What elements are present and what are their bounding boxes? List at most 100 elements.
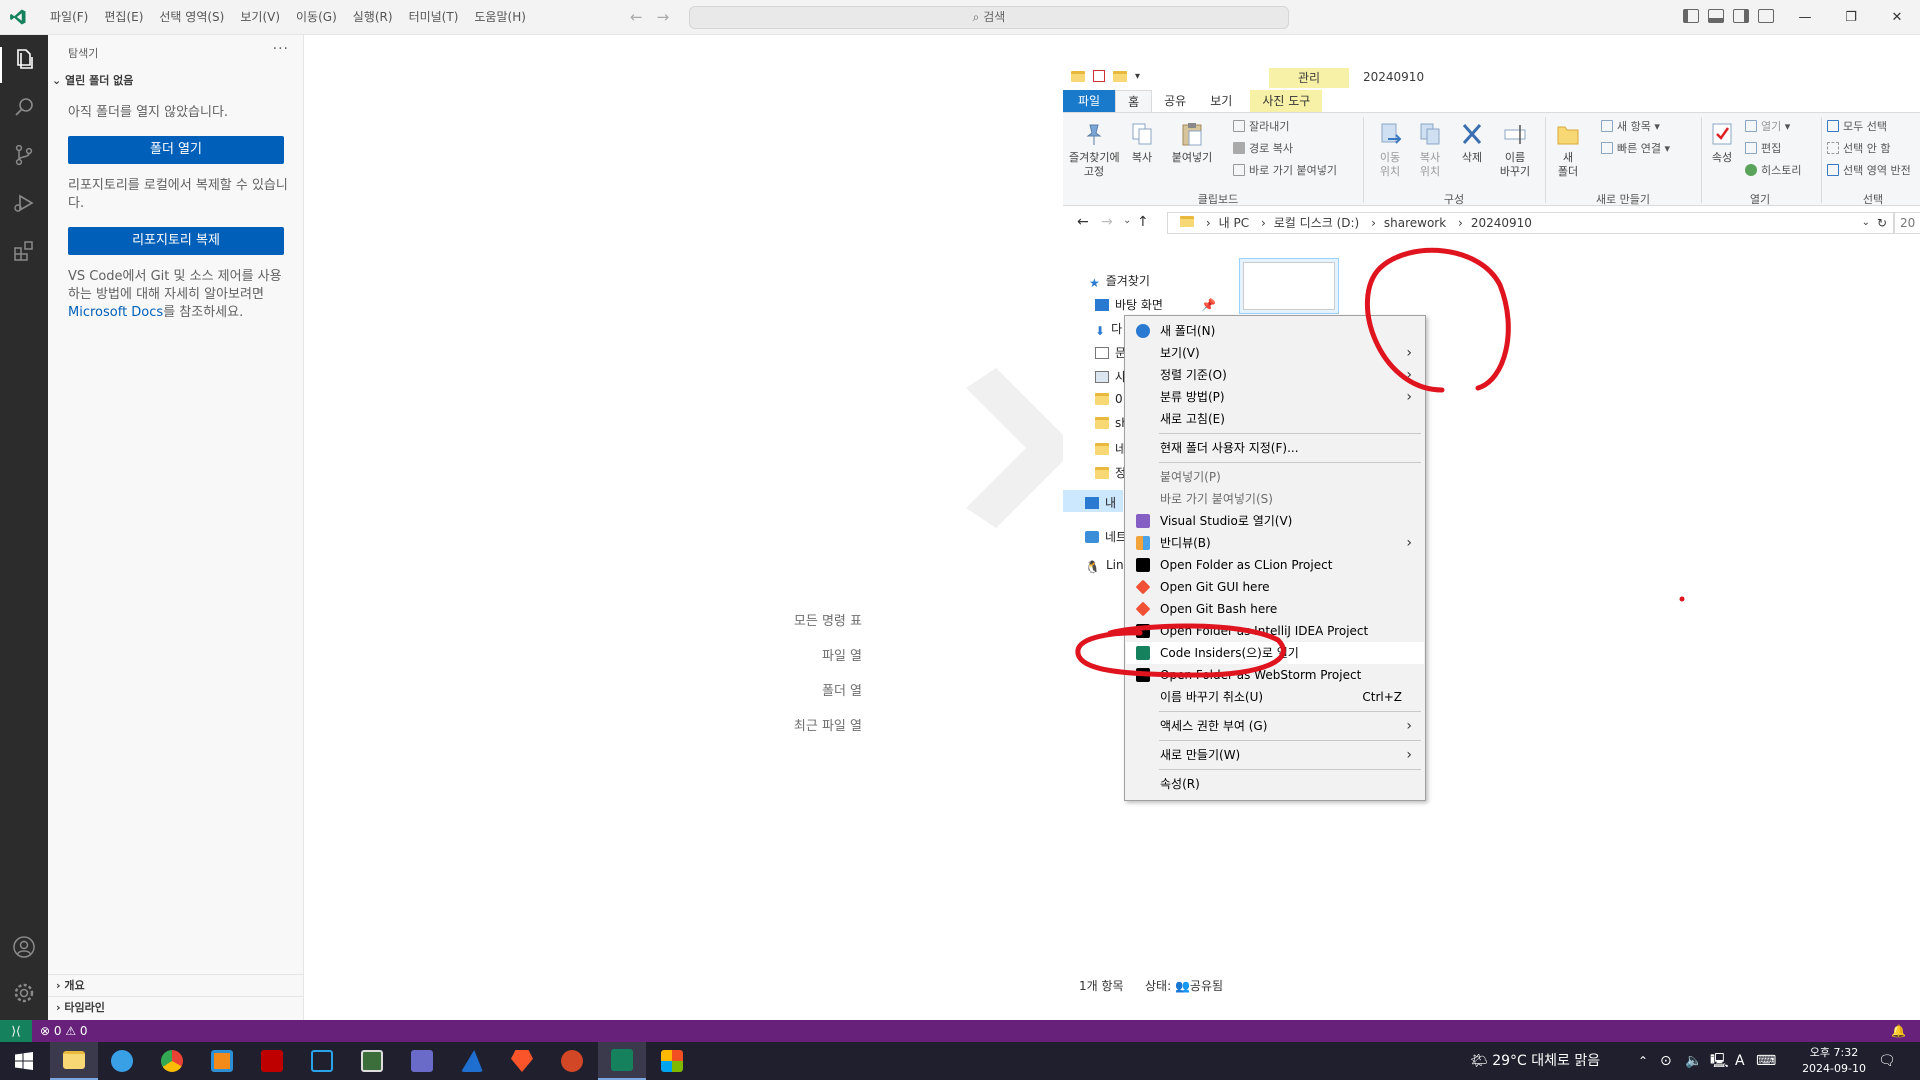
nav-network[interactable]: 네트	[1085, 528, 1127, 545]
menu-item-git-gui[interactable]: Open Git GUI here	[1126, 576, 1424, 598]
search-icon[interactable]	[12, 95, 36, 119]
toggle-panel-icon[interactable]	[1708, 9, 1724, 23]
toggle-secondary-sidebar-icon[interactable]	[1733, 9, 1749, 23]
vscode-insiders-logo-icon[interactable]	[9, 8, 27, 26]
taskbar-app[interactable]	[198, 1042, 246, 1080]
menu-edit[interactable]: 편집(E)	[96, 0, 151, 35]
menu-item-code-insiders[interactable]: Code Insiders(으)로 열기	[1126, 642, 1424, 664]
nav-folder[interactable]: 정	[1095, 464, 1126, 481]
up-arrow-icon[interactable]: ↑	[1137, 214, 1149, 230]
taskbar-app[interactable]	[398, 1042, 446, 1080]
file-thumbnail[interactable]	[1239, 258, 1339, 314]
taskbar-app[interactable]	[98, 1042, 146, 1080]
nav-folder[interactable]: 0	[1095, 392, 1123, 406]
menu-terminal[interactable]: 터미널(T)	[401, 0, 467, 35]
customize-layout-icon[interactable]	[1758, 9, 1774, 23]
menu-help[interactable]: 도움말(H)	[466, 0, 534, 35]
menu-item-git-bash[interactable]: Open Git Bash here	[1126, 598, 1424, 620]
minimize-button[interactable]: —	[1782, 0, 1828, 35]
recent-locations-icon[interactable]: ⌄	[1123, 215, 1131, 226]
menu-item-intellij[interactable]: Open Folder as IntelliJ IDEA Project	[1126, 620, 1424, 642]
address-dropdown-icon[interactable]: ⌄	[1862, 213, 1870, 233]
taskbar-app[interactable]	[648, 1042, 696, 1080]
taskbar-app[interactable]	[298, 1042, 346, 1080]
search-box[interactable]: 20	[1893, 212, 1920, 234]
forward-arrow-icon[interactable]: →	[1101, 214, 1113, 230]
extensions-icon[interactable]	[12, 239, 36, 263]
menu-item-sort-by[interactable]: 정렬 기준(O) ›	[1126, 364, 1424, 386]
menu-item-new[interactable]: 새로 만들기(W) ›	[1126, 744, 1424, 766]
keyboard-layout-icon[interactable]: ⌨	[1756, 1042, 1776, 1080]
nav-desktop[interactable]: 바탕 화면 📌	[1095, 296, 1216, 313]
nav-pictures[interactable]: 사	[1095, 368, 1126, 385]
select-none-button[interactable]: 선택 안 함	[1827, 140, 1890, 158]
breadcrumb-drive[interactable]: 로컬 디스크 (D:)	[1274, 216, 1359, 230]
meet-now-icon[interactable]: ⊙	[1660, 1042, 1672, 1080]
menu-item-new-folder[interactable]: 새 폴더(N)	[1126, 320, 1424, 342]
move-to-button[interactable]: 이동 위치	[1373, 121, 1407, 179]
menu-selection[interactable]: 선택 영역(S)	[151, 0, 232, 35]
nav-documents[interactable]: 문	[1095, 344, 1126, 361]
toggle-sidebar-icon[interactable]	[1683, 9, 1699, 23]
show-hidden-icons[interactable]: ⌃	[1638, 1042, 1648, 1080]
outline-section[interactable]: › 개요	[48, 974, 304, 996]
problems-indicator[interactable]: ⊗ 0 ⚠ 0	[40, 1020, 88, 1042]
taskbar-filezilla[interactable]	[248, 1042, 296, 1080]
cut-button[interactable]: 잘라내기	[1233, 118, 1289, 136]
back-arrow-icon[interactable]: ←	[1077, 214, 1089, 230]
easy-access-button[interactable]: 빠른 연결 ▾	[1601, 140, 1670, 158]
menu-item-customize-folder[interactable]: 현재 폴더 사용자 지정(F)...	[1126, 437, 1424, 459]
select-all-button[interactable]: 모두 선택	[1827, 118, 1887, 136]
pin-quick-access-button[interactable]: 즐겨찾기에 고정	[1069, 121, 1120, 179]
run-debug-icon[interactable]	[12, 191, 36, 215]
properties-button[interactable]: 속성	[1705, 121, 1739, 165]
copy-to-button[interactable]: 복사 위치	[1413, 121, 1447, 179]
breadcrumb-sharework[interactable]: sharework	[1384, 216, 1446, 230]
taskbar-chrome[interactable]	[148, 1042, 196, 1080]
menu-item-bandiview[interactable]: 반디뷰(B) ›	[1126, 532, 1424, 554]
menu-item-undo-rename[interactable]: 이름 바꾸기 취소(U) Ctrl+Z	[1126, 686, 1424, 708]
folder-icon[interactable]	[1071, 70, 1085, 82]
open-folder-button[interactable]: 폴더 열기	[68, 136, 284, 164]
nav-folder[interactable]: 네	[1095, 440, 1126, 457]
address-bar[interactable]: › 내 PC › 로컬 디스크 (D:) › sharework › 20240910 …	[1167, 212, 1895, 234]
remote-indicator-icon[interactable]: ⟩⟨	[0, 1020, 32, 1042]
close-button[interactable]: ✕	[1874, 0, 1920, 35]
menu-run[interactable]: 실행(R)	[345, 0, 401, 35]
notification-center-icon[interactable]: 🗨	[1878, 1042, 1896, 1080]
network-status-icon[interactable]: 🖳	[1710, 1042, 1729, 1080]
taskbar-app[interactable]	[448, 1042, 496, 1080]
back-arrow-icon[interactable]: ←	[630, 8, 643, 26]
source-control-icon[interactable]	[12, 143, 36, 167]
menu-item-webstorm[interactable]: Open Folder as WebStorm Project	[1126, 664, 1424, 686]
paste-shortcut-button[interactable]: 바로 가기 붙여넣기	[1233, 162, 1337, 180]
microsoft-docs-link[interactable]: Microsoft Docs	[68, 305, 163, 320]
breadcrumb-folder[interactable]: 20240910	[1471, 216, 1532, 230]
breadcrumb-this-pc[interactable]: 내 PC	[1219, 216, 1249, 230]
tab-share[interactable]: 공유	[1152, 90, 1198, 112]
menu-item-give-access[interactable]: 액세스 권한 부여 (G) ›	[1126, 715, 1424, 737]
menu-view[interactable]: 보기(V)	[232, 0, 288, 35]
menu-go[interactable]: 이동(G)	[288, 0, 345, 35]
menu-item-open-visual-studio[interactable]: Visual Studio로 열기(V)	[1126, 510, 1424, 532]
new-folder-icon[interactable]	[1113, 70, 1127, 82]
menu-item-view[interactable]: 보기(V) ›	[1126, 342, 1424, 364]
nav-quick-access[interactable]: ★ 즐겨찾기	[1089, 272, 1150, 290]
refresh-icon[interactable]: ↻	[1877, 213, 1887, 233]
clock[interactable]: 오후 7:32 2024-09-10	[1802, 1045, 1866, 1077]
nav-downloads[interactable]: ⬇ 다	[1095, 320, 1122, 338]
accounts-icon[interactable]	[12, 935, 36, 959]
weather-widget[interactable]: 🌤 29°C 대체로 맑음	[1470, 1042, 1600, 1080]
tab-home[interactable]: 홈	[1115, 90, 1153, 112]
menu-file[interactable]: 파일(F)	[42, 0, 96, 35]
explorer-icon[interactable]	[12, 47, 36, 71]
taskbar-file-explorer[interactable]	[50, 1042, 98, 1080]
tab-file[interactable]: 파일	[1063, 90, 1116, 112]
new-folder-button[interactable]: 새 폴더	[1553, 121, 1583, 179]
invert-selection-button[interactable]: 선택 영역 반전	[1827, 162, 1911, 180]
menu-item-refresh[interactable]: 새로 고침(E)	[1126, 408, 1424, 430]
edit-button[interactable]: 편집	[1745, 140, 1781, 158]
open-button[interactable]: 열기 ▾	[1745, 118, 1790, 136]
menu-item-group-by[interactable]: 분류 방법(P) ›	[1126, 386, 1424, 408]
clone-repository-button[interactable]: 리포지토리 복제	[68, 227, 284, 255]
